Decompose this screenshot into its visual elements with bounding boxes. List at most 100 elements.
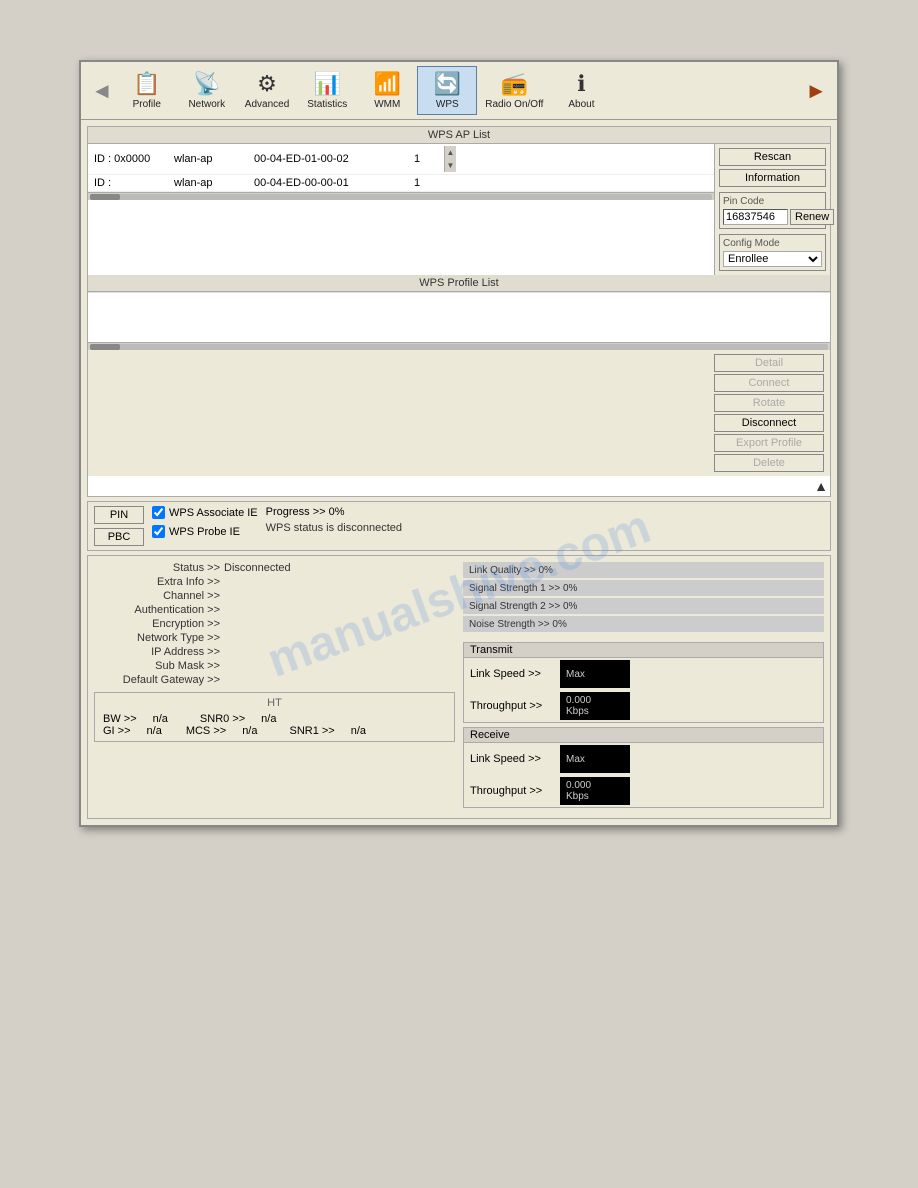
transmit-header: Transmit [464,643,823,658]
ap-ch-1: 1 [414,177,444,189]
signal-strength-2-bar: Signal Strength 2 >> 0% [463,598,824,614]
mcs-label: MCS >> [186,725,226,737]
pin-button[interactable]: PIN [94,506,144,524]
statistics-icon: 📊 [314,71,341,97]
tab-profile[interactable]: 📋 Profile [117,67,177,114]
scroll-up-icon[interactable]: ▲ [445,146,457,159]
encryption-label: Encryption >> [94,618,224,630]
ap-ssid-1: wlan-ap [174,177,254,189]
advanced-icon: ⚙ [257,71,277,97]
wps-ap-list-header: WPS AP List [88,127,830,144]
ap-list-container: ID : 0x0000 wlan-ap 00-04-ED-01-00-02 1 … [88,144,830,275]
wps-checkbox-group: WPS Associate IE WPS Probe IE [152,506,258,540]
back-button[interactable]: ◄ [87,74,117,108]
tab-wps[interactable]: 🔄 WPS [417,66,477,115]
ap-ssid-0: wlan-ap [174,153,254,165]
detail-button[interactable]: Detail [714,354,824,372]
wps-associate-ie-label: WPS Associate IE [169,507,258,519]
receive-throughput-number: 0.000Kbps [566,780,591,802]
transmit-throughput-label: Throughput >> [470,700,560,712]
rotate-button[interactable]: Rotate [714,394,824,412]
bw-label: BW >> [103,713,137,725]
tab-wmm[interactable]: 📶 WMM [357,67,417,114]
status-row-channel: Channel >> [94,590,455,602]
progress-text: Progress >> 0% [266,506,824,518]
wps-associate-ie-checkbox[interactable] [152,506,165,519]
status-left: Status >> Disconnected Extra Info >> Cha… [94,562,455,812]
ht-section: HT BW >> n/a SNR0 >> n/a GI >> n/a MCS >… [94,692,455,742]
table-row[interactable]: ID : wlan-ap 00-04-ED-00-00-01 1 [88,175,714,192]
extra-info-label: Extra Info >> [94,576,224,588]
wps-probe-ie-label: WPS Probe IE [169,526,240,538]
forward-button[interactable]: ► [801,74,831,108]
wps-profile-list-header: WPS Profile List [88,275,830,292]
export-profile-button[interactable]: Export Profile [714,434,824,452]
wmm-icon: 📶 [374,71,401,97]
tab-network[interactable]: 📡 Network [177,67,237,114]
status-row-mask: Sub Mask >> [94,660,455,672]
profile-horizontal-scrollbar[interactable] [88,342,830,350]
status-row-nettype: Network Type >> [94,632,455,644]
transmit-throughput-row: Throughput >> 0.000Kbps [464,690,823,722]
ht-row-1: BW >> n/a SNR0 >> n/a [103,713,446,725]
rescan-button[interactable]: Rescan [719,148,826,166]
scroll-down-icon[interactable]: ▼ [445,159,457,172]
wps-probe-ie-checkbox[interactable] [152,525,165,538]
status-row-auth: Authentication >> [94,604,455,616]
wps-probe-ie-row: WPS Probe IE [152,525,258,538]
pin-code-input[interactable] [723,209,788,225]
signal-bars-area: Link Quality >> 0% Signal Strength 1 >> … [463,562,824,634]
transmit-throughput-number: 0.000Kbps [566,695,591,717]
table-row[interactable]: ID : 0x0000 wlan-ap 00-04-ED-01-00-02 1 … [88,144,714,175]
wps-actions-panel: PIN PBC WPS Associate IE WPS Probe IE Pr… [87,501,831,551]
ht-row-2: GI >> n/a MCS >> n/a SNR1 >> n/a [103,725,446,737]
tab-advanced[interactable]: ⚙ Advanced [237,67,297,114]
tab-about[interactable]: ℹ About [551,67,611,114]
ap-list-scrollbar[interactable]: ▲ ▼ [444,146,456,172]
config-mode-group: Config Mode Enrollee Registrar [719,234,826,271]
config-mode-select[interactable]: Enrollee Registrar [723,251,822,267]
status-row-enc: Encryption >> [94,618,455,630]
radio-icon: 📻 [501,71,528,97]
tab-statistics[interactable]: 📊 Statistics [297,67,357,114]
bw-value: n/a [153,713,168,725]
network-type-label: Network Type >> [94,632,224,644]
wps-ap-list-panel: WPS AP List ID : 0x0000 wlan-ap 00-04-ED… [87,126,831,497]
h-scroll-thumb [90,194,120,200]
pin-code-label: Pin Code [723,196,822,207]
tab-radio[interactable]: 📻 Radio On/Off [477,67,551,114]
bottom-arrow-area: ▲ [88,476,830,496]
receive-max-label: Max [566,754,585,765]
about-label: About [568,99,594,110]
network-label: Network [188,99,225,110]
about-icon: ℹ [577,71,585,97]
transmit-max-label: Max [566,669,585,680]
wmm-label: WMM [374,99,400,110]
receive-throughput-value: 0.000Kbps [560,777,630,805]
ap-id-0: ID : 0x0000 [94,153,174,165]
connect-button[interactable]: Connect [714,374,824,392]
statistics-label: Statistics [307,99,347,110]
wps-status-text: WPS status is disconnected [266,522,824,534]
delete-button[interactable]: Delete [714,454,824,472]
expand-arrow-icon[interactable]: ▲ [814,478,828,494]
transmit-section: Transmit Link Speed >> Max Throughput >>… [463,642,824,723]
information-button[interactable]: Information [719,169,826,187]
default-gateway-label: Default Gateway >> [94,674,224,686]
wps-progress-area: Progress >> 0% WPS status is disconnecte… [266,506,824,534]
wps-label: WPS [436,99,459,110]
renew-button[interactable]: Renew [790,209,834,225]
profile-list-area[interactable] [88,292,830,342]
noise-strength-bar: Noise Strength >> 0% [463,616,824,632]
signal-strength-1-bar: Signal Strength 1 >> 0% [463,580,824,596]
receive-section: Receive Link Speed >> Max Throughput >> … [463,727,824,808]
pbc-button[interactable]: PBC [94,528,144,546]
pin-code-group: Pin Code Renew [719,192,826,229]
ap-horizontal-scrollbar[interactable] [88,192,714,200]
pin-code-row: Renew [723,209,822,225]
wps-icon: 🔄 [434,71,461,97]
status-section: Status >> Disconnected Extra Info >> Cha… [87,555,831,819]
config-mode-label: Config Mode [723,238,822,249]
snr0-label: SNR0 >> [200,713,245,725]
disconnect-button[interactable]: Disconnect [714,414,824,432]
